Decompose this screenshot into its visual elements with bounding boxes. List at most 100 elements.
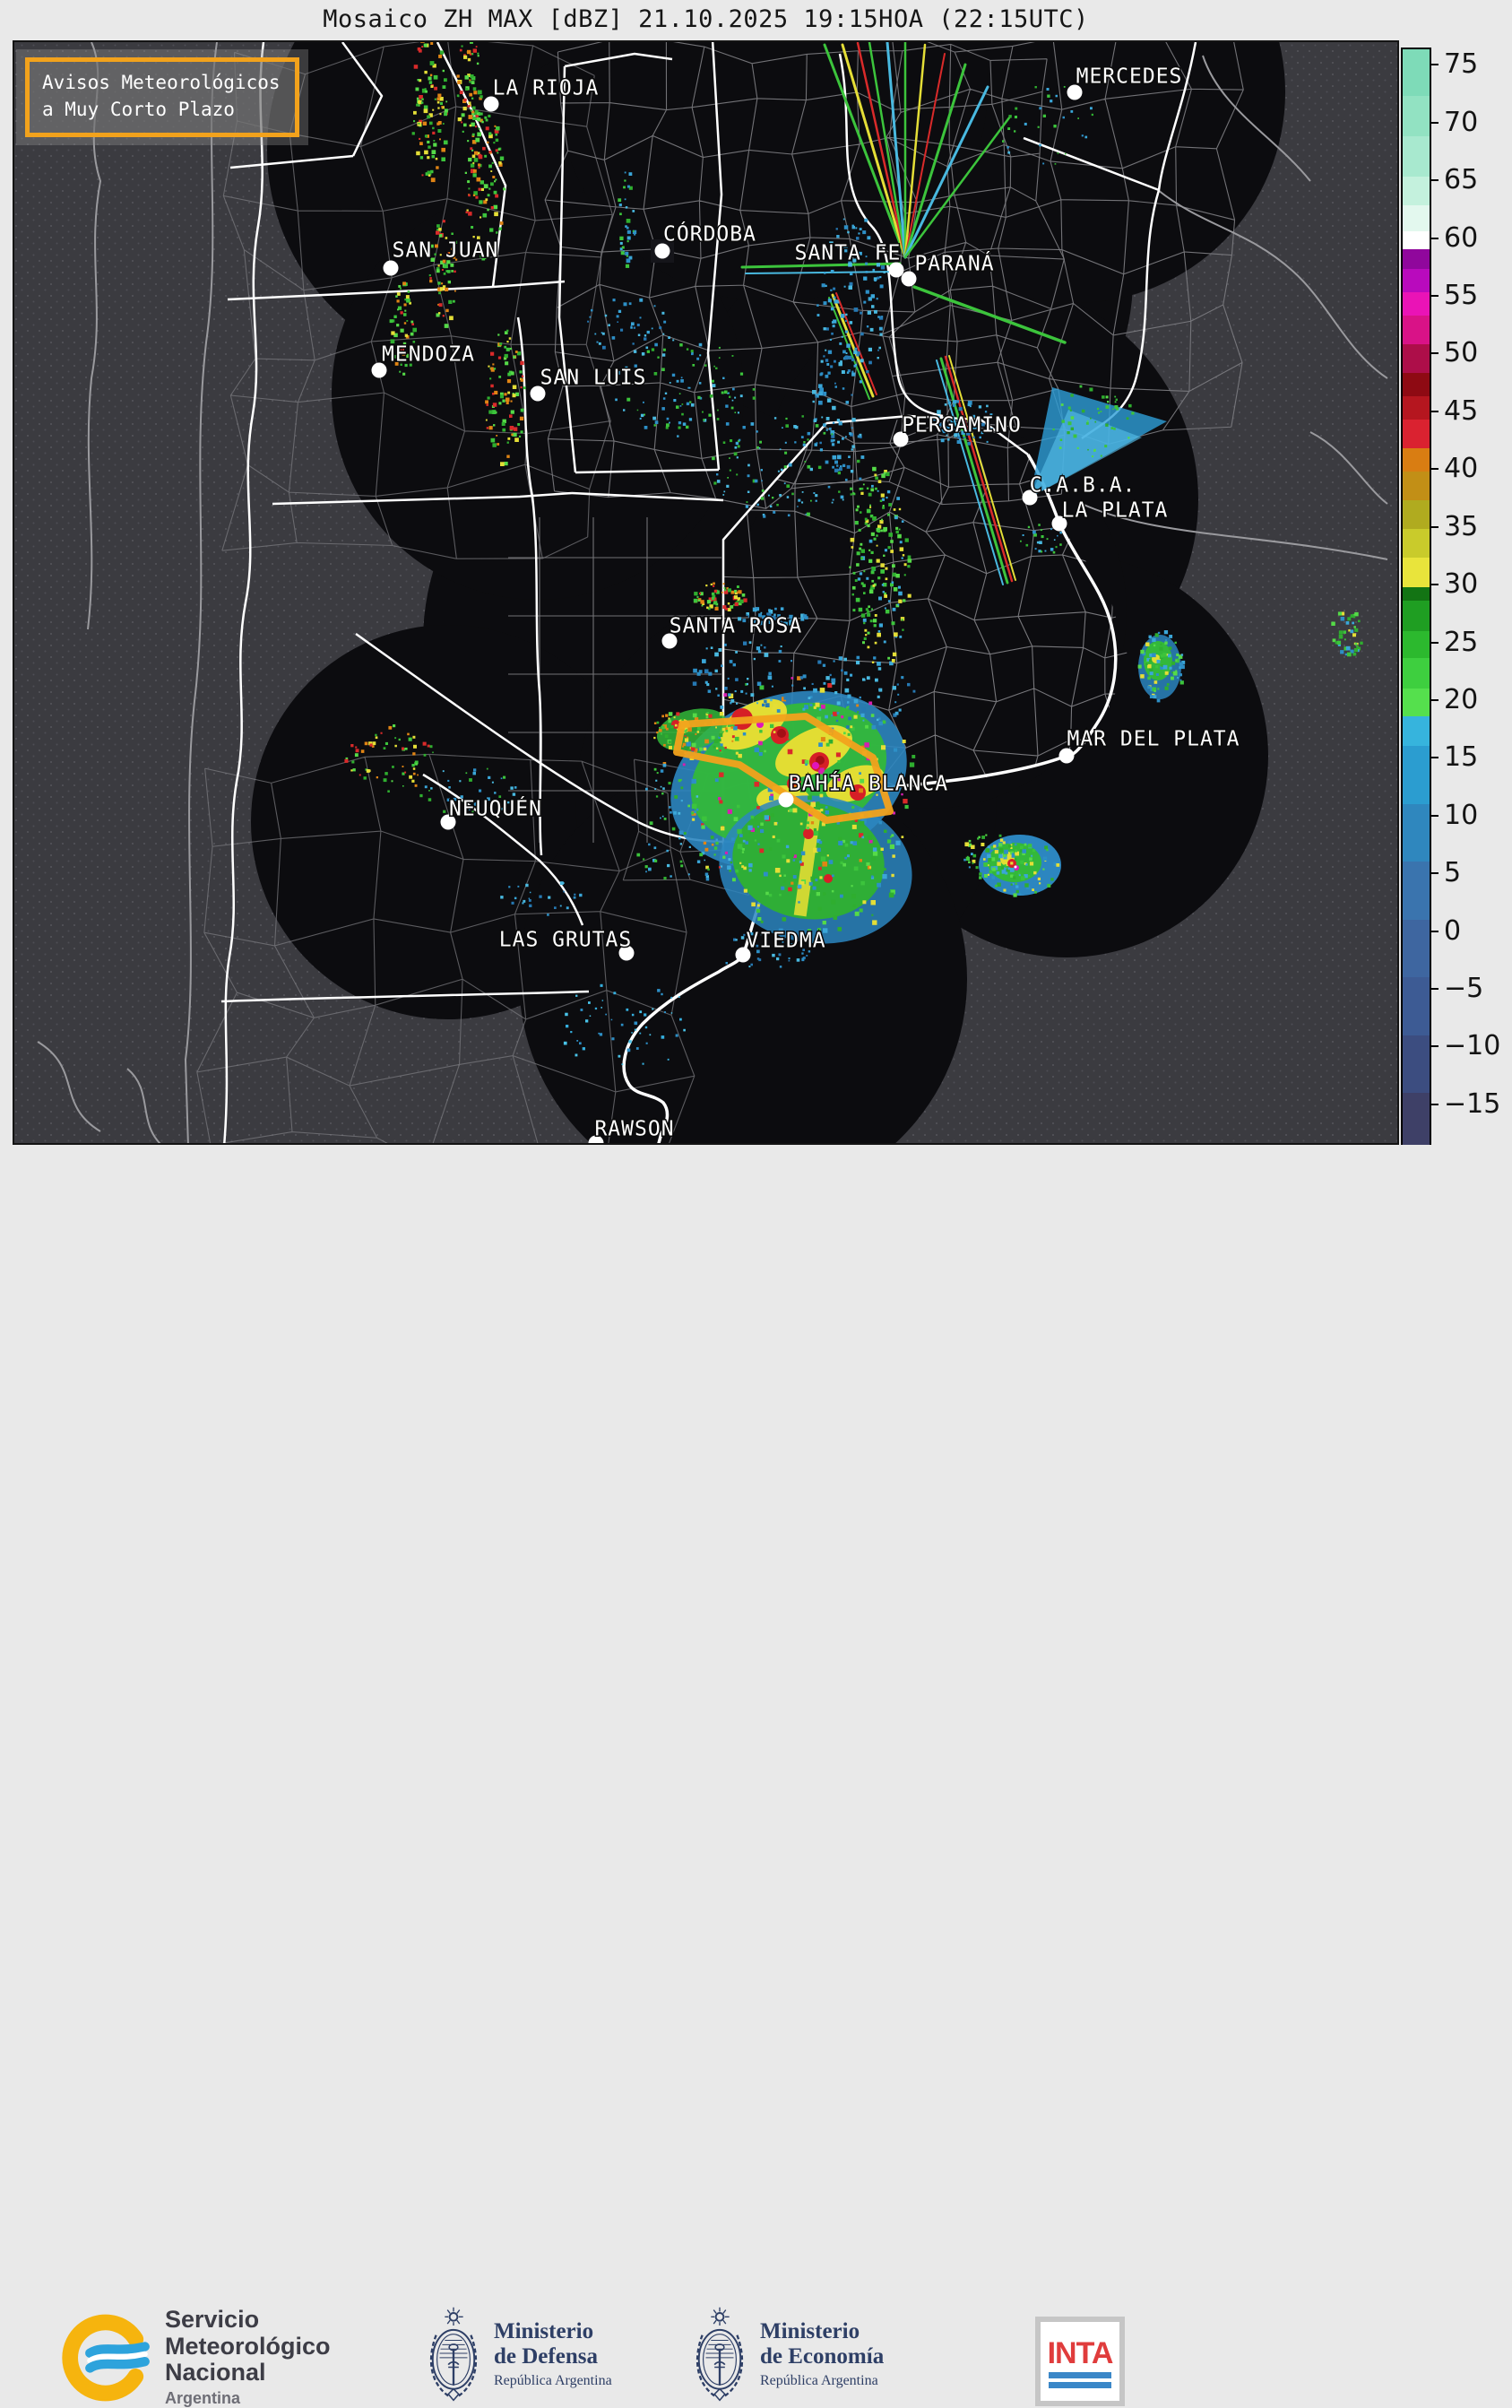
economia-title-line1: Ministerio bbox=[760, 2319, 860, 2343]
colorbar-segment bbox=[1403, 976, 1430, 1035]
city-label: SANTA ROSA bbox=[670, 615, 802, 638]
colorbar-segment bbox=[1403, 715, 1430, 747]
warning-legend-box: Avisos Meteorológicos a Muy Corto Plazo bbox=[16, 49, 308, 145]
colorbar-segment bbox=[1403, 343, 1430, 374]
colorbar-segment bbox=[1403, 135, 1430, 178]
defensa-crest-icon bbox=[426, 2305, 481, 2404]
colorbar-segment bbox=[1403, 230, 1430, 250]
colorbar-segment bbox=[1403, 372, 1430, 397]
colorbar-segment bbox=[1403, 630, 1430, 659]
colorbar-tick bbox=[1430, 872, 1439, 875]
colorbar-segment bbox=[1403, 268, 1430, 293]
colorbar-gradient bbox=[1401, 48, 1431, 1148]
colorbar-segment bbox=[1403, 688, 1430, 716]
city-label: LA RIOJA bbox=[493, 77, 600, 100]
smn-logo: Servicio Meteorológico Nacional Argentin… bbox=[59, 2306, 331, 2408]
smn-icon bbox=[62, 2314, 150, 2401]
colorbar-segment bbox=[1403, 1035, 1430, 1093]
colorbar-segment bbox=[1403, 49, 1430, 97]
colorbar-segment bbox=[1403, 95, 1430, 137]
colorbar-segment bbox=[1403, 745, 1430, 804]
radar-map-canvas: LA RIOJA MERCEDES SAN JUAN CÓRDOBA SANTA FE P… bbox=[14, 42, 1397, 1143]
inta-bar-2 bbox=[1049, 2382, 1111, 2388]
inta-bar-1 bbox=[1049, 2372, 1111, 2378]
colorbar-tick bbox=[1430, 988, 1439, 991]
city-label: MENDOZA bbox=[382, 343, 475, 367]
defensa-title-line1: Ministerio bbox=[494, 2319, 594, 2343]
colorbar-tick-label: 15 bbox=[1444, 741, 1479, 774]
colorbar-tick bbox=[1430, 698, 1439, 701]
city-label: MAR DEL PLATA bbox=[1067, 728, 1240, 751]
colorbar-tick-label: 30 bbox=[1444, 567, 1479, 600]
defensa-logo: Ministerio de Defensa República Argentin… bbox=[426, 2305, 612, 2404]
smn-name-line2: Meteorológico bbox=[165, 2332, 331, 2360]
colorbar-segment bbox=[1403, 803, 1430, 862]
colorbar-segment bbox=[1403, 395, 1430, 420]
city-dot bbox=[383, 260, 399, 276]
city-label: VIEDMA bbox=[746, 930, 825, 953]
colorbar-tick bbox=[1430, 121, 1439, 124]
city-label: PERGAMINO bbox=[902, 414, 1022, 437]
radar-map: LA RIOJA MERCEDES SAN JUAN CÓRDOBA SANTA FE P… bbox=[13, 40, 1399, 1145]
defensa-subtitle: República Argentina bbox=[494, 2373, 612, 2388]
colorbar-tick bbox=[1430, 64, 1439, 66]
colorbar-tick-label: −5 bbox=[1444, 972, 1484, 1004]
colorbar-segment bbox=[1403, 315, 1430, 345]
smn-country: Argentina bbox=[165, 2389, 241, 2408]
colorbar-tick bbox=[1430, 1045, 1439, 1048]
colorbar-tick bbox=[1430, 468, 1439, 471]
colorbar-tick-label: −15 bbox=[1444, 1087, 1501, 1120]
colorbar-tick-label: 50 bbox=[1444, 337, 1479, 369]
city-label: MERCEDES bbox=[1076, 65, 1183, 89]
colorbar-tick bbox=[1430, 237, 1439, 239]
city-label: SAN JUAN bbox=[393, 239, 499, 263]
page-title: Mosaico ZH MAX [dBZ] 21.10.2025 19:15HOA… bbox=[323, 5, 1089, 33]
warning-legend-border: Avisos Meteorológicos a Muy Corto Plazo bbox=[25, 57, 299, 137]
city-label: C.A.B.A. bbox=[1030, 474, 1136, 498]
city-label: LA PLATA bbox=[1062, 499, 1169, 523]
city-label: LAS GRUTAS bbox=[499, 929, 632, 952]
colorbar-tick bbox=[1430, 525, 1439, 528]
city-label: SANTA FE bbox=[795, 242, 902, 265]
city-label: PARANÁ bbox=[914, 251, 994, 276]
colorbar-ticks: 75 70 65 60 55 50 45 40 35 30 25 20 15 10 5 0 −5 −10 −15 bbox=[1430, 48, 1512, 1145]
colorbar-tick-label: 45 bbox=[1444, 394, 1479, 427]
economia-crest-icon bbox=[692, 2305, 747, 2404]
city-label: BAHÍA BLANCA bbox=[789, 771, 948, 796]
colorbar-segment bbox=[1403, 291, 1430, 316]
colorbar-segment bbox=[1403, 528, 1430, 559]
city-label: NEUQUÉN bbox=[449, 796, 542, 821]
defensa-title-line2: de Defensa bbox=[494, 2344, 598, 2369]
city-label: SAN LUIS bbox=[540, 367, 647, 390]
colorbar-segment bbox=[1403, 657, 1430, 689]
colorbar-segment bbox=[1403, 919, 1430, 978]
colorbar-tick-label: 70 bbox=[1444, 106, 1479, 138]
colorbar-tick-label: 25 bbox=[1444, 626, 1479, 658]
colorbar-tick bbox=[1430, 584, 1439, 586]
colorbar-tick-label: 40 bbox=[1444, 453, 1479, 485]
colorbar-segment bbox=[1403, 248, 1430, 270]
colorbar-segment bbox=[1403, 499, 1430, 530]
colorbar-tick-label: 10 bbox=[1444, 799, 1479, 831]
economia-subtitle: República Argentina bbox=[760, 2373, 878, 2388]
colorbar-tick-label: 55 bbox=[1444, 279, 1479, 311]
smn-name-line3: Nacional bbox=[165, 2359, 266, 2386]
warning-legend-line1: Avisos Meteorológicos bbox=[42, 72, 281, 93]
colorbar-tick bbox=[1430, 410, 1439, 412]
colorbar-tick bbox=[1430, 295, 1439, 297]
economia-title-line2: de Economía bbox=[760, 2344, 885, 2369]
warning-legend-line2: a Muy Corto Plazo bbox=[42, 99, 235, 121]
colorbar-segment bbox=[1403, 1092, 1430, 1148]
colorbar-tick bbox=[1430, 930, 1439, 932]
colorbar-segment bbox=[1403, 586, 1430, 602]
economia-logo: Ministerio de Economía República Argenti… bbox=[692, 2305, 884, 2404]
colorbar-segment bbox=[1403, 447, 1430, 472]
city-label: CÓRDOBA bbox=[663, 221, 756, 247]
colorbar-tick bbox=[1430, 814, 1439, 817]
colorbar-tick bbox=[1430, 352, 1439, 355]
colorbar-tick-label: 60 bbox=[1444, 221, 1479, 254]
colorbar-tick-label: 35 bbox=[1444, 510, 1479, 542]
colorbar-tick bbox=[1430, 757, 1439, 759]
footer-logos: Servicio Meteorológico Nacional Argentin… bbox=[0, 1145, 1512, 2407]
colorbar-tick-label: 0 bbox=[1444, 914, 1462, 947]
